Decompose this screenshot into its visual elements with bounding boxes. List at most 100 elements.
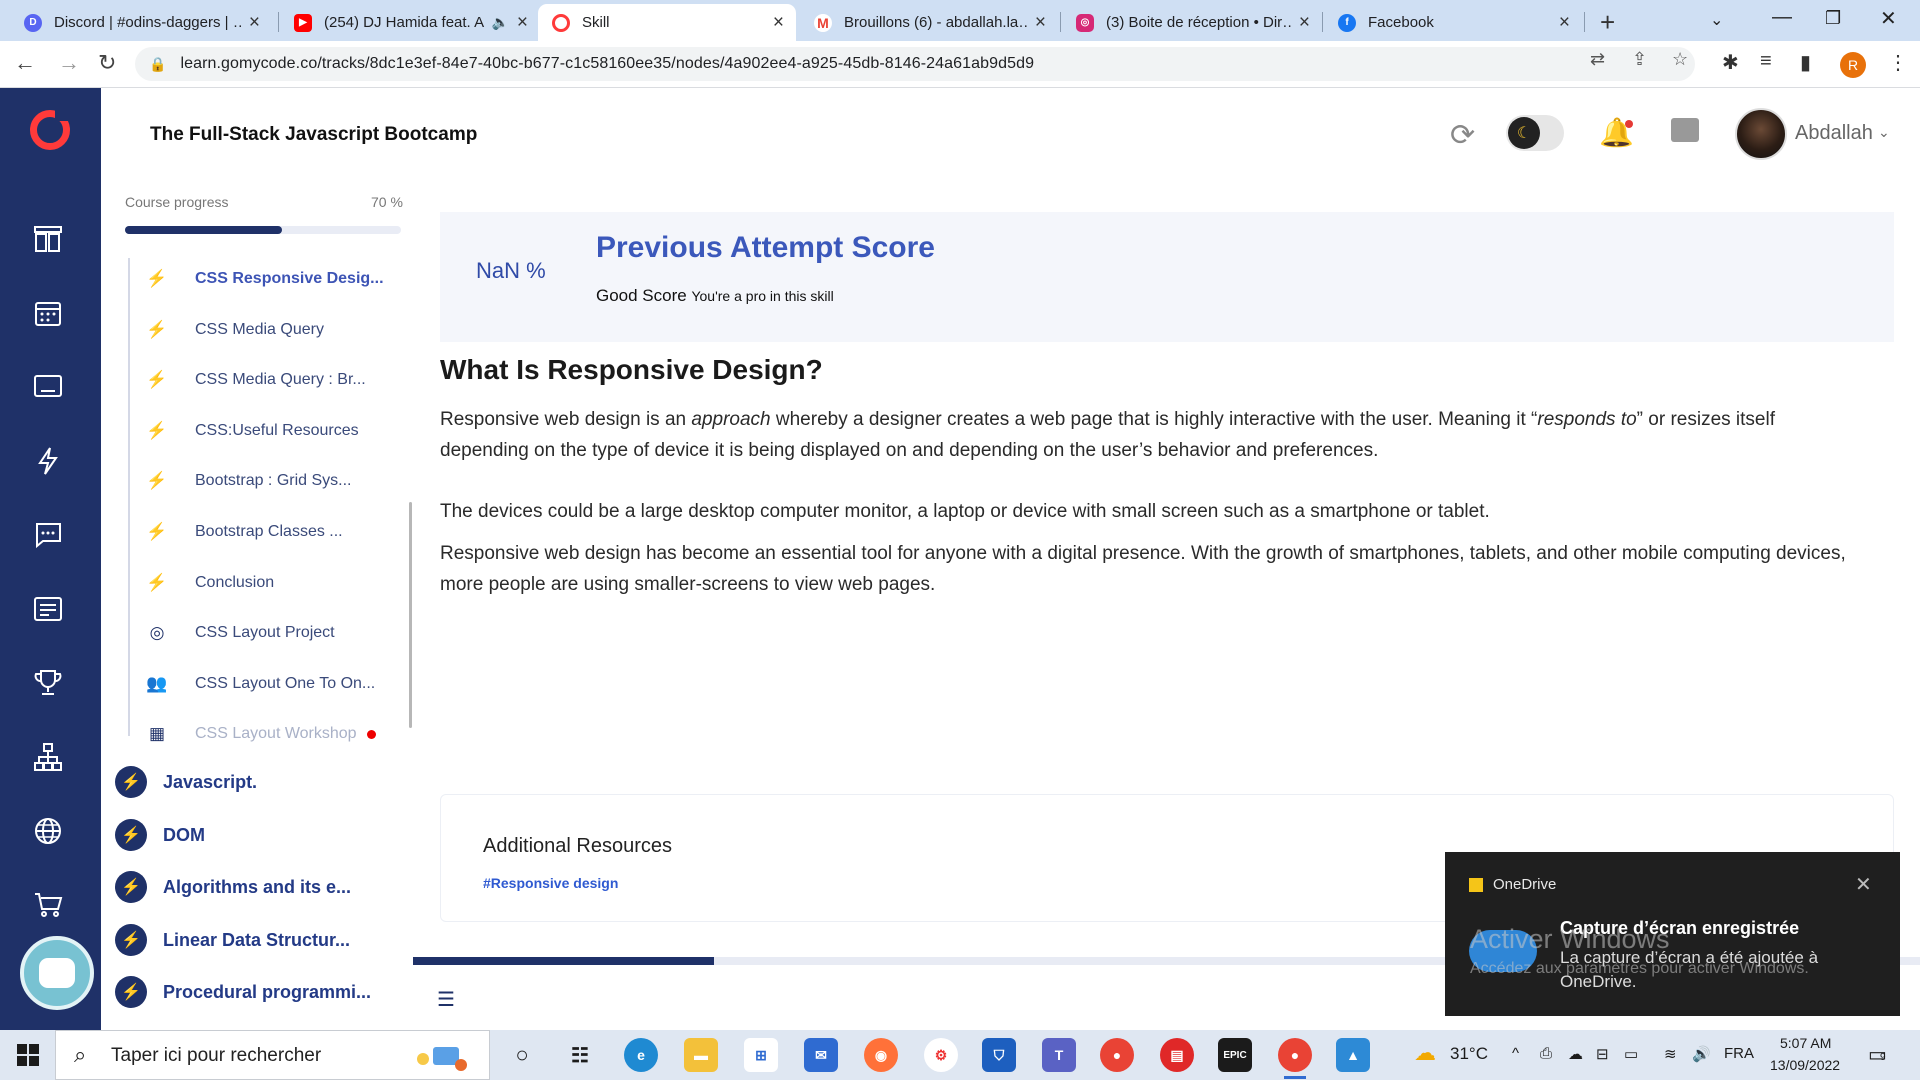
calendar-icon[interactable] [31,296,65,330]
tab-facebook[interactable]: f Facebook × [1324,4,1582,41]
onedrive-tray-icon[interactable]: ☁ [1568,1045,1583,1063]
game-app-icon[interactable]: ⚙ [924,1038,958,1072]
share-icon[interactable]: ⇪ [1632,49,1647,70]
tray-app-icon[interactable]: ⎙ [1540,1045,1552,1062]
trophy-icon[interactable] [31,666,65,700]
tab-discord[interactable]: D Discord | #odins-daggers | … × [10,4,272,41]
wifi-icon[interactable]: ≋ [1664,1045,1677,1063]
network-icon[interactable]: ⊟ [1596,1045,1609,1063]
lesson-item[interactable]: ◎ CSS Layout Project [101,613,413,653]
minimize-button[interactable]: — [1772,6,1792,29]
lesson-item[interactable]: ⚡ CSS Media Query : Br... [101,360,413,400]
document-icon[interactable] [31,592,65,626]
gomycode-logo[interactable] [30,109,70,150]
file-explorer-icon[interactable]: ▬ [684,1038,718,1072]
support-chat-button[interactable] [20,936,94,1010]
chrome-profile-icon[interactable]: ● [1278,1038,1312,1079]
photos-icon[interactable]: ▲ [1336,1038,1370,1072]
lesson-item[interactable]: ▦ CSS Layout Workshop [101,714,413,754]
tab-youtube[interactable]: ▶ (254) DJ Hamida feat. A… 🔈 × [280,4,540,41]
outline-list-icon[interactable]: ☰ [437,987,455,1012]
module-item[interactable]: ⚡ DOM [101,813,413,857]
speaker-icon[interactable]: 🔈 [491,14,508,31]
course-progress-label: Course progress [125,194,229,210]
edge-icon[interactable]: e [624,1038,658,1072]
clock-time[interactable]: 5:07 AM [1780,1035,1831,1051]
teams-icon[interactable]: T [1042,1038,1076,1072]
cart-icon[interactable] [31,888,65,922]
red-app-icon[interactable]: ▤ [1160,1038,1194,1072]
back-button[interactable]: ← [14,50,36,76]
epic-games-icon[interactable]: EPIC [1218,1038,1252,1072]
profile-avatar[interactable]: R [1840,52,1866,78]
chrome-icon[interactable]: ● [1100,1038,1134,1072]
maximize-button[interactable]: ❐ [1825,8,1841,29]
refresh-icon[interactable]: ⟳ [1450,118,1475,153]
close-icon[interactable]: ✕ [1855,872,1872,897]
clock-date[interactable]: 13/09/2022 [1770,1057,1840,1073]
lesson-item[interactable]: ⚡ Bootstrap : Grid Sys... [101,461,413,501]
weather-temp[interactable]: 31°C [1450,1044,1488,1064]
lesson-item[interactable]: 👥 CSS Layout One To On... [101,664,413,704]
new-tab-button[interactable]: + [1600,7,1615,38]
lesson-item[interactable]: ⚡ CSS Media Query [101,310,413,350]
chevron-up-icon[interactable]: ^ [1512,1045,1519,1062]
browser-menu-icon[interactable]: ⋮ [1888,50,1908,75]
task-view-icon[interactable]: ○ [505,1038,539,1072]
translate-icon[interactable]: ⇄ [1590,49,1605,70]
module-item[interactable]: ⚡ Procedural programmi... [101,970,413,1014]
battery-icon[interactable]: ▭ [1624,1045,1638,1063]
module-item[interactable]: ⚡ Linear Data Structur... [101,918,413,962]
panel-scrollbar[interactable] [409,502,412,728]
laptop-icon[interactable] [31,370,65,404]
module-item[interactable]: ⚡ Algorithms and its e... [101,865,413,909]
language-indicator[interactable]: FRA [1724,1045,1754,1062]
volume-icon[interactable]: 🔊 [1692,1045,1711,1063]
store-icon[interactable]: ⊞ [744,1038,778,1072]
module-item[interactable]: ⚡ Javascript. [101,760,413,804]
hierarchy-icon[interactable] [31,740,65,774]
resource-tag-link[interactable]: #Responsive design [483,875,618,891]
close-icon[interactable]: × [1299,12,1310,34]
chat-icon[interactable] [31,518,65,552]
close-icon[interactable]: × [249,12,260,34]
taskbar-search[interactable]: ⌕ Taper ici pour rechercher [55,1030,490,1080]
lesson-item[interactable]: ⚡ CSS Responsive Desig... [101,259,413,299]
close-icon[interactable]: × [1035,12,1046,34]
user-name[interactable]: Abdallah [1795,122,1873,145]
mail-icon[interactable]: ✉ [804,1038,838,1072]
notification-center-icon[interactable]: ▭ 9 [1868,1042,1887,1067]
avatar[interactable] [1735,108,1787,160]
forward-button[interactable]: → [58,50,80,76]
extensions-puzzle-icon[interactable]: ✱ [1722,50,1739,75]
firefox-icon[interactable]: ◉ [864,1038,898,1072]
close-icon[interactable]: × [1559,12,1570,34]
lesson-item[interactable]: ⚡ CSS:Useful Resources [101,411,413,451]
lesson-item[interactable]: ⚡ Conclusion [101,563,413,603]
tab-search-icon[interactable]: ⌄ [1710,10,1723,30]
side-panel-icon[interactable]: ▮ [1800,50,1811,75]
bolt-nav-icon[interactable] [31,444,65,478]
chevron-down-icon[interactable]: ⌄ [1878,124,1890,141]
windows-start-button[interactable] [17,1044,39,1066]
close-icon[interactable]: × [773,12,784,34]
address-bar[interactable]: 🔒 learn.gomycode.co/tracks/8dc1e3ef-84e7… [135,47,1695,81]
close-window-button[interactable]: ✕ [1880,6,1897,31]
bookmark-star-icon[interactable]: ☆ [1672,49,1688,70]
media-control-icon[interactable]: ≡ [1760,50,1772,73]
weather-icon[interactable]: ☁ [1414,1040,1436,1066]
dashboard-icon[interactable] [31,222,65,256]
close-icon[interactable]: × [517,12,528,34]
shield-icon[interactable]: ⛉ [982,1038,1016,1072]
globe-icon[interactable] [31,814,65,848]
dark-mode-toggle[interactable]: ☾ [1506,115,1564,151]
messages-icon[interactable] [1671,118,1699,142]
widgets-icon[interactable]: ☷ [563,1038,597,1072]
chat-bubble-icon [39,958,75,988]
tab-gmail[interactable]: M Brouillons (6) - abdallah.la… × [800,4,1058,41]
reload-button[interactable]: ↻ [98,50,116,76]
tab-instagram[interactable]: ◎ (3) Boite de réception • Dir… × [1062,4,1322,41]
tab-skill[interactable]: Skill × [538,4,796,41]
lesson-item[interactable]: ⚡ Bootstrap Classes ... [101,512,413,552]
lock-icon[interactable]: 🔒 [149,56,166,73]
